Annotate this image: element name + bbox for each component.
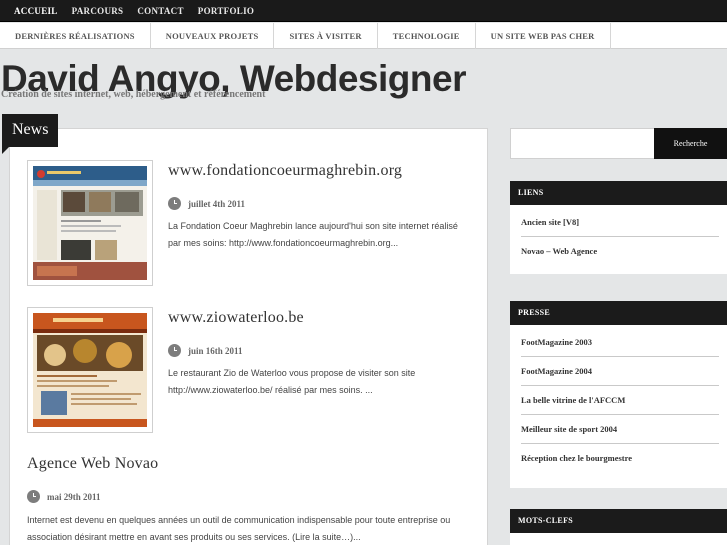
search-button[interactable]: Recherche bbox=[654, 128, 727, 159]
category-nav-dernieres-realisations[interactable]: DERNIÈRES RÉALISATIONS bbox=[0, 23, 151, 49]
category-nav-technologie[interactable]: TECHNOLOGIE bbox=[378, 23, 476, 49]
search-input[interactable] bbox=[510, 128, 655, 159]
site-description: Création de sites internet, web, héberge… bbox=[1, 89, 266, 100]
sidebar-link[interactable]: Ancien site [V8] bbox=[521, 208, 719, 237]
clock-icon bbox=[168, 344, 181, 357]
link-list: Ancien site [V8] Novao – Web Agence bbox=[510, 205, 727, 266]
widget-title: LIENS bbox=[510, 181, 727, 205]
post-excerpt: Internet est devenu en quelques années u… bbox=[27, 515, 451, 542]
top-nav: ACCUEIL PARCOURS CONTACT PORTFOLIO bbox=[0, 0, 727, 22]
sidebar-link[interactable]: FootMagazine 2003 bbox=[521, 328, 719, 357]
top-nav-parcours[interactable]: PARCOURS bbox=[72, 0, 124, 22]
widget-title: MOTS-CLEFS bbox=[510, 509, 727, 533]
link-list: FootMagazine 2003 FootMagazine 2004 La b… bbox=[510, 325, 727, 473]
post-title[interactable]: www.fondationcoeurmaghrebin.org bbox=[168, 162, 402, 180]
widget-liens: LIENS Ancien site [V8] Novao – Web Agenc… bbox=[510, 181, 727, 274]
widget-title: PRESSE bbox=[510, 301, 727, 325]
sidebar-link[interactable]: Novao – Web Agence bbox=[521, 237, 719, 266]
post-excerpt: Le restaurant Zio de Waterloo vous propo… bbox=[168, 368, 416, 395]
post-date-text: juillet 4th 2011 bbox=[188, 198, 246, 209]
post-thumbnail[interactable] bbox=[27, 160, 153, 286]
post-thumbnail[interactable] bbox=[27, 307, 153, 433]
top-nav-portfolio[interactable]: PORTFOLIO bbox=[198, 0, 254, 22]
sidebar-link[interactable]: FootMagazine 2004 bbox=[521, 357, 719, 386]
post-date: juillet 4th 2011 bbox=[168, 197, 245, 210]
sidebar-link[interactable]: Réception chez le bourgmestre bbox=[521, 444, 719, 473]
clock-icon bbox=[168, 197, 181, 210]
site-screenshot-image bbox=[33, 313, 147, 427]
sidebar-link[interactable]: Meilleur site de sport 2004 bbox=[521, 415, 719, 444]
category-nav-sites-a-visiter[interactable]: SITES À VISITER bbox=[274, 23, 378, 49]
widget-presse: PRESSE FootMagazine 2003 FootMagazine 20… bbox=[510, 301, 727, 488]
category-nav: DERNIÈRES RÉALISATIONS NOUVEAUX PROJETS … bbox=[0, 23, 727, 49]
category-nav-site-pas-cher[interactable]: UN SITE WEB PAS CHER bbox=[476, 23, 611, 49]
top-nav-bar: ACCUEIL PARCOURS CONTACT PORTFOLIO bbox=[0, 0, 727, 22]
post-title[interactable]: www.ziowaterloo.be bbox=[168, 309, 304, 327]
post-excerpt: La Fondation Coeur Maghrebin lance aujou… bbox=[168, 221, 458, 248]
post-date: mai 29th 2011 bbox=[27, 490, 101, 503]
post-date-text: mai 29th 2011 bbox=[47, 491, 101, 502]
section-label-news: News bbox=[2, 114, 59, 154]
top-nav-contact[interactable]: CONTACT bbox=[137, 0, 183, 22]
category-nav-nouveaux-projets[interactable]: NOUVEAUX PROJETS bbox=[151, 23, 275, 49]
sidebar-link[interactable]: La belle vitrine de l'AFCCM bbox=[521, 386, 719, 415]
post-title[interactable]: Agence Web Novao bbox=[27, 455, 158, 473]
post-date-text: juin 16th 2011 bbox=[188, 345, 243, 356]
widget-mots-clefs: MOTS-CLEFS bbox=[510, 509, 727, 545]
site-screenshot-image bbox=[33, 166, 147, 280]
post-date: juin 16th 2011 bbox=[168, 344, 243, 357]
clock-icon bbox=[27, 490, 40, 503]
top-nav-accueil[interactable]: ACCUEIL bbox=[14, 0, 58, 22]
